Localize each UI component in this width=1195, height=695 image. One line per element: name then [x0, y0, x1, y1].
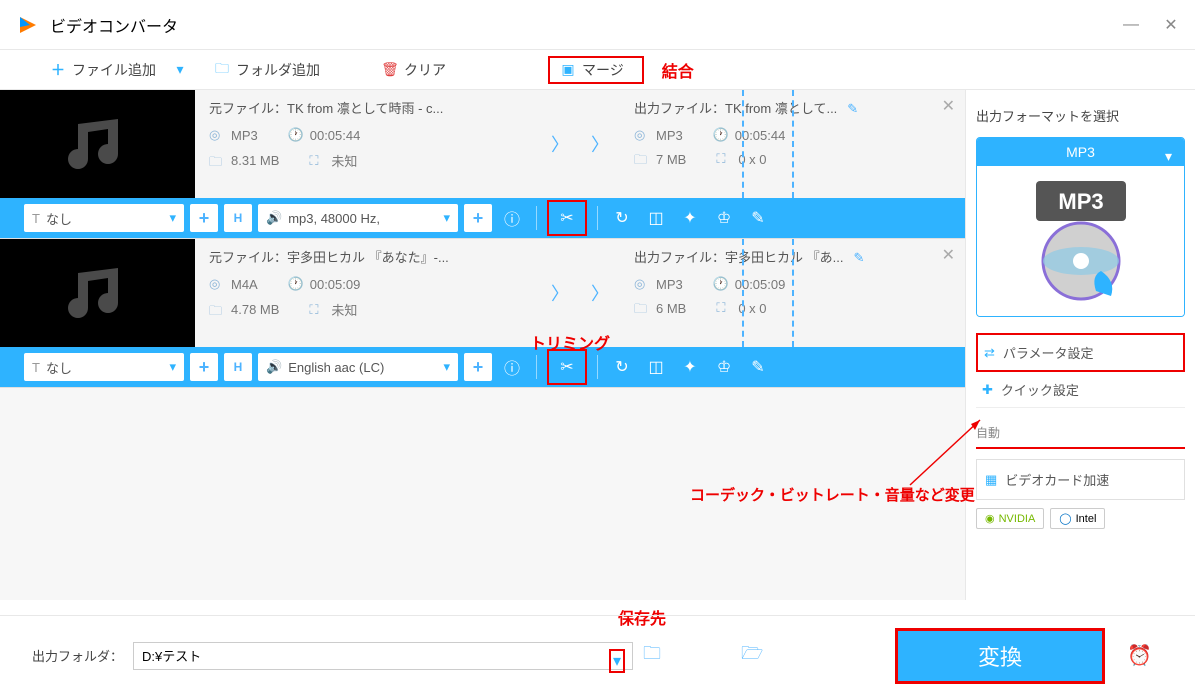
- browse-folder-icon[interactable]: 🗀: [643, 641, 671, 671]
- add-folder-button[interactable]: 🗀 フォルダ追加: [204, 56, 330, 84]
- trash-icon: 🗑: [382, 62, 398, 78]
- rotate-icon[interactable]: ↻: [608, 204, 636, 232]
- merge-button[interactable]: ▣ マージ: [548, 56, 644, 84]
- file-card: 元ファイル：TK from 凛として時雨 - c... ◎MP3 🕐00:05:…: [0, 90, 965, 239]
- add-file-button[interactable]: ＋ ファイル追加 ▾: [40, 56, 198, 84]
- folder-size-icon: 🗀: [634, 300, 650, 316]
- crop-icon[interactable]: ◫: [642, 353, 670, 381]
- rotate-icon[interactable]: ↻: [608, 353, 636, 381]
- add-subtitle-button[interactable]: +: [190, 204, 218, 232]
- clock-icon: 🕐: [288, 276, 304, 292]
- gear-icon: ✚: [982, 382, 993, 398]
- edit-icon[interactable]: ✎: [744, 353, 772, 381]
- footer: 出力フォルダ： ▾ 🗀 🗁 変換 ⏰: [0, 615, 1195, 695]
- resolution-icon: ⛶: [716, 300, 732, 316]
- file-action-bar: Tなし▾ + H 🔊English aac (LC)▾ + ⓘ ✂ ↻ ◫ ✦ …: [0, 347, 965, 387]
- open-output-icon[interactable]: 🗁: [741, 641, 769, 671]
- sliders-icon: ⇄: [984, 345, 995, 361]
- source-file-label: 元ファイル：TK from 凛として時雨 - c...: [209, 98, 526, 117]
- arrow-right-icon: 〉: [591, 280, 609, 306]
- subtitle-settings-button[interactable]: H: [224, 353, 252, 381]
- resolution-icon: ⛶: [309, 153, 325, 169]
- side-panel: 出力フォーマットを選択 MP3▾ MP3 ⇄ パラメータ設定 ✚: [965, 90, 1195, 600]
- resolution-icon: ⛶: [716, 151, 732, 167]
- info-icon[interactable]: ⓘ: [498, 204, 526, 232]
- folder-size-icon: 🗀: [634, 151, 650, 167]
- remove-file-button[interactable]: ✕: [942, 96, 955, 116]
- arrow-right-icon: 〉: [551, 280, 569, 306]
- output-folder-input[interactable]: [133, 642, 633, 670]
- watermark-icon[interactable]: ♔: [710, 204, 738, 232]
- app-title: ビデオコンバータ: [50, 13, 178, 37]
- format-preview: MP3: [977, 166, 1184, 316]
- chip-icon: ▦: [985, 472, 997, 488]
- trim-icon[interactable]: ✂: [553, 353, 581, 381]
- output-folder-label: 出力フォルダ：: [32, 646, 123, 665]
- add-subtitle-button[interactable]: +: [190, 353, 218, 381]
- format-selector[interactable]: MP3▾ MP3: [976, 137, 1185, 317]
- close-icon[interactable]: ✕: [1163, 17, 1179, 33]
- file-card: 元ファイル：宇多田ヒカル 『あなた』-... ◎M4A 🕐00:05:09 🗀4…: [0, 239, 965, 388]
- add-audio-button[interactable]: +: [464, 204, 492, 232]
- effects-icon[interactable]: ✦: [676, 353, 704, 381]
- clock-icon: 🕐: [288, 127, 304, 143]
- arrow-right-icon: 〉: [551, 131, 569, 157]
- titlebar: ビデオコンバータ — ✕: [0, 0, 1195, 50]
- add-audio-button[interactable]: +: [464, 353, 492, 381]
- thumbnail: [0, 239, 195, 347]
- alarm-icon[interactable]: ⏰: [1127, 643, 1163, 668]
- trim-icon[interactable]: ✂: [553, 204, 581, 232]
- remove-file-button[interactable]: ✕: [942, 245, 955, 265]
- edit-icon[interactable]: ✎: [847, 101, 858, 116]
- minimize-icon[interactable]: —: [1123, 17, 1139, 33]
- hardware-accel[interactable]: ▦ ビデオカード加速: [976, 459, 1185, 500]
- folder-size-icon: 🗀: [209, 302, 225, 318]
- chevron-down-icon[interactable]: ▾: [609, 649, 625, 673]
- info-icon[interactable]: ⓘ: [498, 353, 526, 381]
- convert-button[interactable]: 変換: [895, 628, 1105, 684]
- clock-icon: 🕐: [713, 276, 729, 292]
- folder-icon: 🗀: [214, 62, 230, 78]
- thumbnail: [0, 90, 195, 198]
- chevron-down-icon: ▾: [172, 62, 188, 78]
- format-icon: ◎: [209, 276, 225, 292]
- edit-icon[interactable]: ✎: [744, 204, 772, 232]
- source-file-label: 元ファイル：宇多田ヒカル 『あなた』-...: [209, 247, 526, 266]
- intel-badge: ◯Intel: [1050, 508, 1105, 529]
- svg-text:MP3: MP3: [1058, 189, 1103, 214]
- format-icon: ◎: [634, 127, 650, 143]
- folder-size-icon: 🗀: [209, 153, 225, 169]
- plus-icon: ＋: [50, 62, 66, 78]
- audio-track-select[interactable]: 🔊mp3, 48000 Hz,▾: [258, 204, 458, 232]
- subtitle-select[interactable]: Tなし▾: [24, 353, 184, 381]
- file-list: 元ファイル：TK from 凛として時雨 - c... ◎MP3 🕐00:05:…: [0, 90, 965, 600]
- auto-label: 自動: [976, 424, 1185, 441]
- quick-settings-button[interactable]: ✚ クイック設定: [976, 372, 1185, 408]
- effects-icon[interactable]: ✦: [676, 204, 704, 232]
- side-title: 出力フォーマットを選択: [976, 106, 1185, 125]
- file-action-bar: Tなし▾ + H 🔊mp3, 48000 Hz,▾ + ⓘ ✂ ↻ ◫ ✦ ♔ …: [0, 198, 965, 238]
- crop-icon[interactable]: ◫: [642, 204, 670, 232]
- parameter-settings-button[interactable]: ⇄ パラメータ設定: [976, 333, 1185, 372]
- chevron-down-icon: ▾: [1165, 148, 1172, 165]
- subtitle-settings-button[interactable]: H: [224, 204, 252, 232]
- audio-track-select[interactable]: 🔊English aac (LC)▾: [258, 353, 458, 381]
- edit-icon[interactable]: ✎: [853, 250, 864, 265]
- annotation-merge: 結合: [662, 58, 694, 82]
- format-icon: ◎: [634, 276, 650, 292]
- merge-icon: ▣: [560, 62, 576, 78]
- nvidia-badge: ◉NVIDIA: [976, 508, 1044, 529]
- toolbar: ＋ ファイル追加 ▾ 🗀 フォルダ追加 🗑 クリア ▣ マージ 結合: [0, 50, 1195, 90]
- app-logo-icon: [16, 13, 40, 37]
- subtitle-select[interactable]: Tなし▾: [24, 204, 184, 232]
- clock-icon: 🕐: [713, 127, 729, 143]
- arrow-right-icon: 〉: [591, 131, 609, 157]
- format-icon: ◎: [209, 127, 225, 143]
- clear-button[interactable]: 🗑 クリア: [372, 56, 456, 84]
- watermark-icon[interactable]: ♔: [710, 353, 738, 381]
- resolution-icon: ⛶: [309, 302, 325, 318]
